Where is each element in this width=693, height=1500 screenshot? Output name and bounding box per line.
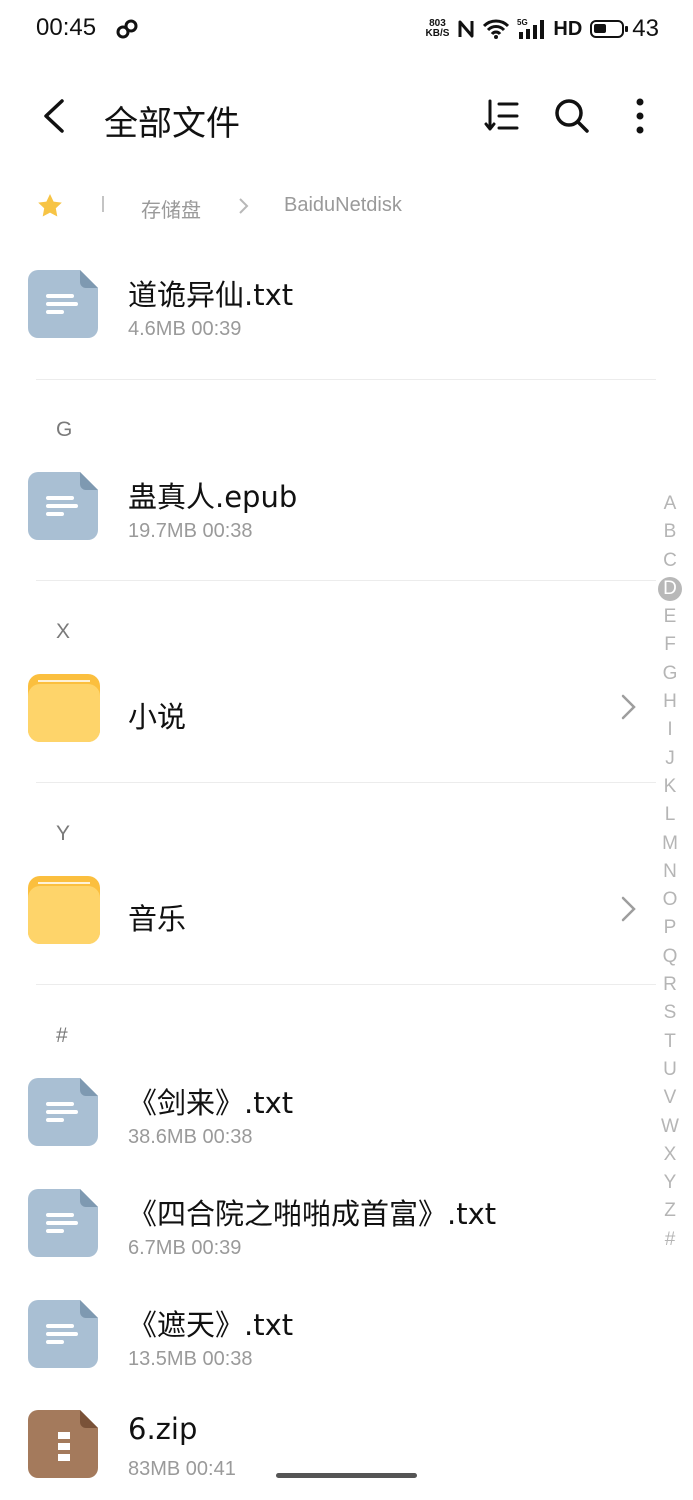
index-letter-label: D [658, 576, 682, 601]
index-letter-q[interactable]: Q [656, 943, 684, 971]
section-header-g: G [56, 418, 73, 441]
index-letter-t[interactable]: T [656, 1028, 684, 1056]
index-letter-hash[interactable]: # [656, 1226, 684, 1254]
folder-item-music[interactable]: 音乐 [0, 868, 650, 968]
section-header-y: Y [56, 822, 71, 845]
zip-file-icon [28, 1410, 98, 1478]
index-letter-label: B [663, 521, 677, 543]
folder-icon [28, 674, 100, 742]
index-letter-s[interactable]: S [656, 999, 684, 1027]
index-letter-label: O [662, 889, 678, 911]
file-name: 6.zip [128, 1412, 198, 1446]
index-letter-label: S [663, 1002, 677, 1024]
home-indicator[interactable] [276, 1473, 417, 1478]
file-name: 道诡异仙.txt [128, 278, 294, 312]
divider [36, 782, 656, 783]
index-letter-label: Y [663, 1172, 677, 1194]
text-file-icon [28, 1300, 98, 1368]
index-letter-label: N [663, 860, 677, 882]
folder-icon [28, 876, 100, 944]
text-file-icon [28, 1078, 98, 1146]
index-letter-n[interactable]: N [656, 858, 684, 886]
index-letter-m[interactable]: M [656, 830, 684, 858]
index-letter-j[interactable]: J [656, 745, 684, 773]
index-letter-label: I [667, 719, 673, 741]
file-meta: 13.5MB 00:38 [128, 1348, 253, 1370]
divider [36, 984, 656, 985]
index-letter-w[interactable]: W [656, 1113, 684, 1141]
index-letter-label: F [664, 634, 676, 656]
section-header-hash: # [56, 1024, 68, 1047]
index-letter-y[interactable]: Y [656, 1169, 684, 1197]
index-letter-label: T [664, 1030, 676, 1052]
file-meta: 19.7MB 00:38 [128, 520, 253, 542]
file-meta: 38.6MB 00:38 [128, 1126, 253, 1148]
index-letter-l[interactable]: L [656, 801, 684, 829]
index-letter-b[interactable]: B [656, 518, 684, 546]
index-letter-g[interactable]: G [656, 660, 684, 688]
index-letter-x[interactable]: X [656, 1141, 684, 1169]
list-item[interactable]: 《四合院之啪啪成首富》.txt 6.7MB 00:39 [0, 1181, 650, 1281]
index-letter-e[interactable]: E [656, 603, 684, 631]
text-file-icon [28, 472, 98, 540]
index-letter-a[interactable]: A [656, 490, 684, 518]
index-letter-label: K [663, 775, 677, 797]
index-letter-i[interactable]: I [656, 716, 684, 744]
chevron-right-icon [621, 896, 636, 922]
index-letter-label: A [663, 493, 677, 514]
index-letter-r[interactable]: R [656, 971, 684, 999]
file-name: 《剑来》.txt [128, 1086, 294, 1120]
index-letter-u[interactable]: U [656, 1056, 684, 1084]
file-list: 道诡异仙.txt 4.6MB 00:39 G 蛊真人.epub 19.7MB 0… [0, 0, 693, 1500]
index-letter-label: C [663, 549, 677, 571]
list-item[interactable]: 道诡异仙.txt 4.6MB 00:39 [0, 262, 650, 362]
index-letter-k[interactable]: K [656, 773, 684, 801]
folder-item-novels[interactable]: 小说 [0, 666, 650, 766]
index-letter-label: G [662, 662, 678, 684]
divider [36, 580, 656, 581]
index-letter-label: V [663, 1087, 677, 1109]
index-letter-label: X [663, 1143, 677, 1165]
index-letter-label: J [665, 747, 675, 769]
folder-name: 音乐 [128, 902, 187, 936]
index-letter-p[interactable]: P [656, 914, 684, 942]
index-letter-label: Q [662, 945, 678, 967]
index-letter-d[interactable]: D [656, 575, 684, 603]
index-letter-c[interactable]: C [656, 547, 684, 575]
index-letter-label: Z [664, 1200, 676, 1222]
text-file-icon [28, 270, 98, 338]
index-letter-label: H [663, 691, 677, 713]
list-item[interactable]: 6.zip 83MB 00:41 [0, 1402, 650, 1492]
index-letter-o[interactable]: O [656, 886, 684, 914]
section-header-x: X [56, 620, 71, 643]
index-letter-label: P [663, 917, 677, 939]
text-file-icon [28, 1189, 98, 1257]
file-meta: 4.6MB 00:39 [128, 318, 242, 340]
file-name: 蛊真人.epub [128, 480, 298, 514]
file-meta: 6.7MB 00:39 [128, 1237, 242, 1259]
index-letter-v[interactable]: V [656, 1084, 684, 1112]
index-letter-label: # [664, 1228, 676, 1250]
file-name: 《遮天》.txt [128, 1308, 294, 1342]
index-letter-label: E [663, 606, 677, 628]
index-letter-label: U [663, 1058, 677, 1080]
index-letter-label: M [662, 832, 678, 854]
index-letter-label: R [663, 974, 677, 996]
chevron-right-icon [621, 694, 636, 720]
index-letter-label: L [664, 804, 676, 826]
index-letter-label: W [661, 1115, 679, 1137]
list-item[interactable]: 蛊真人.epub 19.7MB 00:38 [0, 464, 650, 564]
file-name: 《四合院之啪啪成首富》.txt [128, 1197, 497, 1231]
index-letter-z[interactable]: Z [656, 1197, 684, 1225]
alphabet-index[interactable]: A B C D E F G H I J K L M N O P Q R S T U V W X Y Z # [656, 490, 684, 1254]
list-item[interactable]: 《剑来》.txt 38.6MB 00:38 [0, 1070, 650, 1170]
file-meta: 83MB 00:41 [128, 1458, 236, 1480]
divider [36, 379, 656, 380]
list-item[interactable]: 《遮天》.txt 13.5MB 00:38 [0, 1292, 650, 1392]
index-letter-h[interactable]: H [656, 688, 684, 716]
index-letter-f[interactable]: F [656, 631, 684, 659]
folder-name: 小说 [128, 700, 187, 734]
